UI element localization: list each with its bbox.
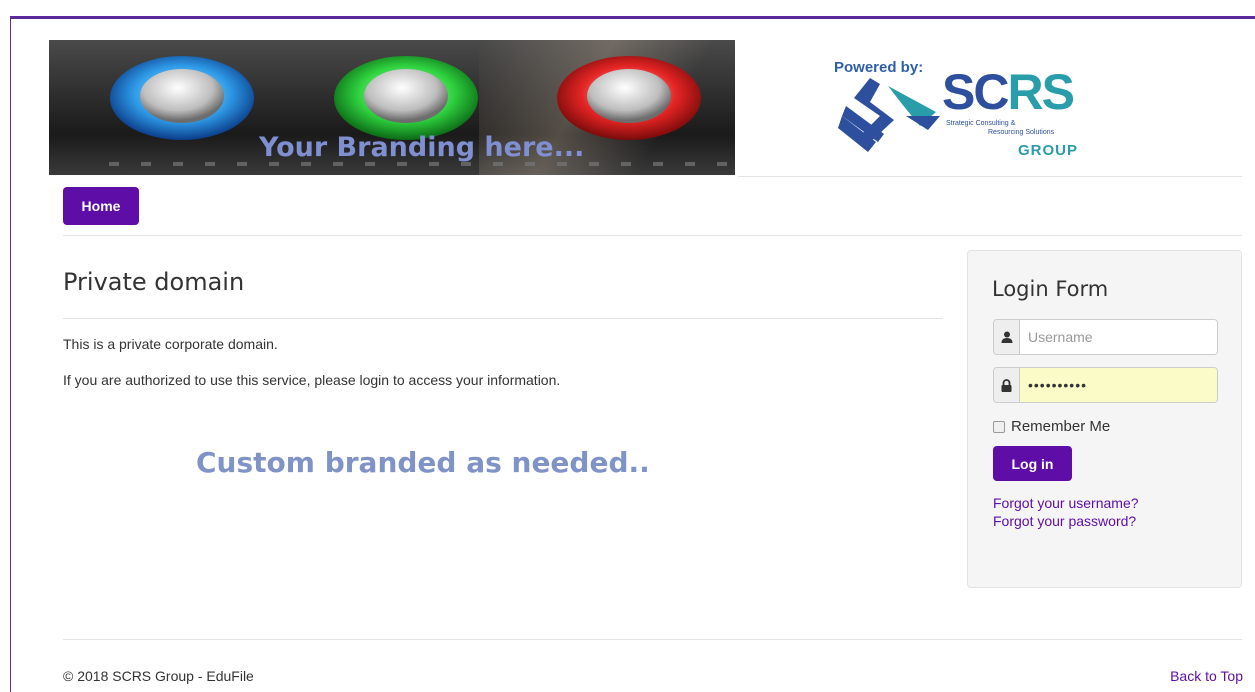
scrs-logo-mark-icon (838, 78, 940, 152)
footer-copyright: © 2018 SCRS Group - EduFile (63, 668, 254, 684)
username-input-group (993, 319, 1218, 355)
login-form-title: Login Form (992, 277, 1109, 301)
banner-branding-text: Your Branding here... (259, 132, 585, 163)
lock-icon (994, 368, 1020, 402)
forgot-password-link[interactable]: Forgot your password? (993, 513, 1136, 529)
scrs-logo-subtitle-line2: Resourcing Solutions (988, 129, 1055, 136)
password-input-group (993, 367, 1218, 403)
blue-ring-icon (110, 56, 254, 140)
scrs-logo-group: GROUP (1018, 142, 1079, 159)
page-top-border (10, 16, 1255, 19)
back-to-top-link[interactable]: Back to Top (1170, 668, 1243, 684)
remember-me-checkbox[interactable] (993, 420, 1005, 433)
authorization-paragraph: If you are authorized to use this servic… (63, 372, 561, 388)
user-icon (994, 320, 1020, 354)
login-button[interactable]: Log in (993, 446, 1072, 481)
scrs-logo-name: SCRS (942, 64, 1075, 120)
page-left-border (10, 16, 11, 692)
scrs-logo-name-right: RS (1007, 64, 1074, 120)
page-title: Private domain (63, 268, 245, 296)
nav-divider (63, 235, 1242, 236)
footer-divider (63, 639, 1242, 640)
scrs-logo-name-left: SC (942, 64, 1009, 120)
username-input[interactable] (1020, 320, 1217, 354)
intro-paragraph: This is a private corporate domain. (63, 336, 278, 352)
home-nav-button[interactable]: Home (63, 187, 139, 225)
powered-by-label: Powered by: (834, 59, 924, 76)
remember-me-label: Remember Me (1011, 418, 1111, 435)
green-ring-icon (334, 56, 478, 140)
header-divider (738, 176, 1242, 177)
title-divider (63, 318, 943, 319)
red-ring-icon (557, 56, 701, 140)
forgot-username-link[interactable]: Forgot your username? (993, 495, 1139, 511)
remember-me-row[interactable]: Remember Me (993, 418, 1110, 435)
scrs-logo-subtitle-line1: Strategic Consulting & (946, 120, 1016, 127)
password-input[interactable] (1020, 368, 1217, 402)
custom-branding-text: Custom branded as needed.. (196, 446, 650, 479)
